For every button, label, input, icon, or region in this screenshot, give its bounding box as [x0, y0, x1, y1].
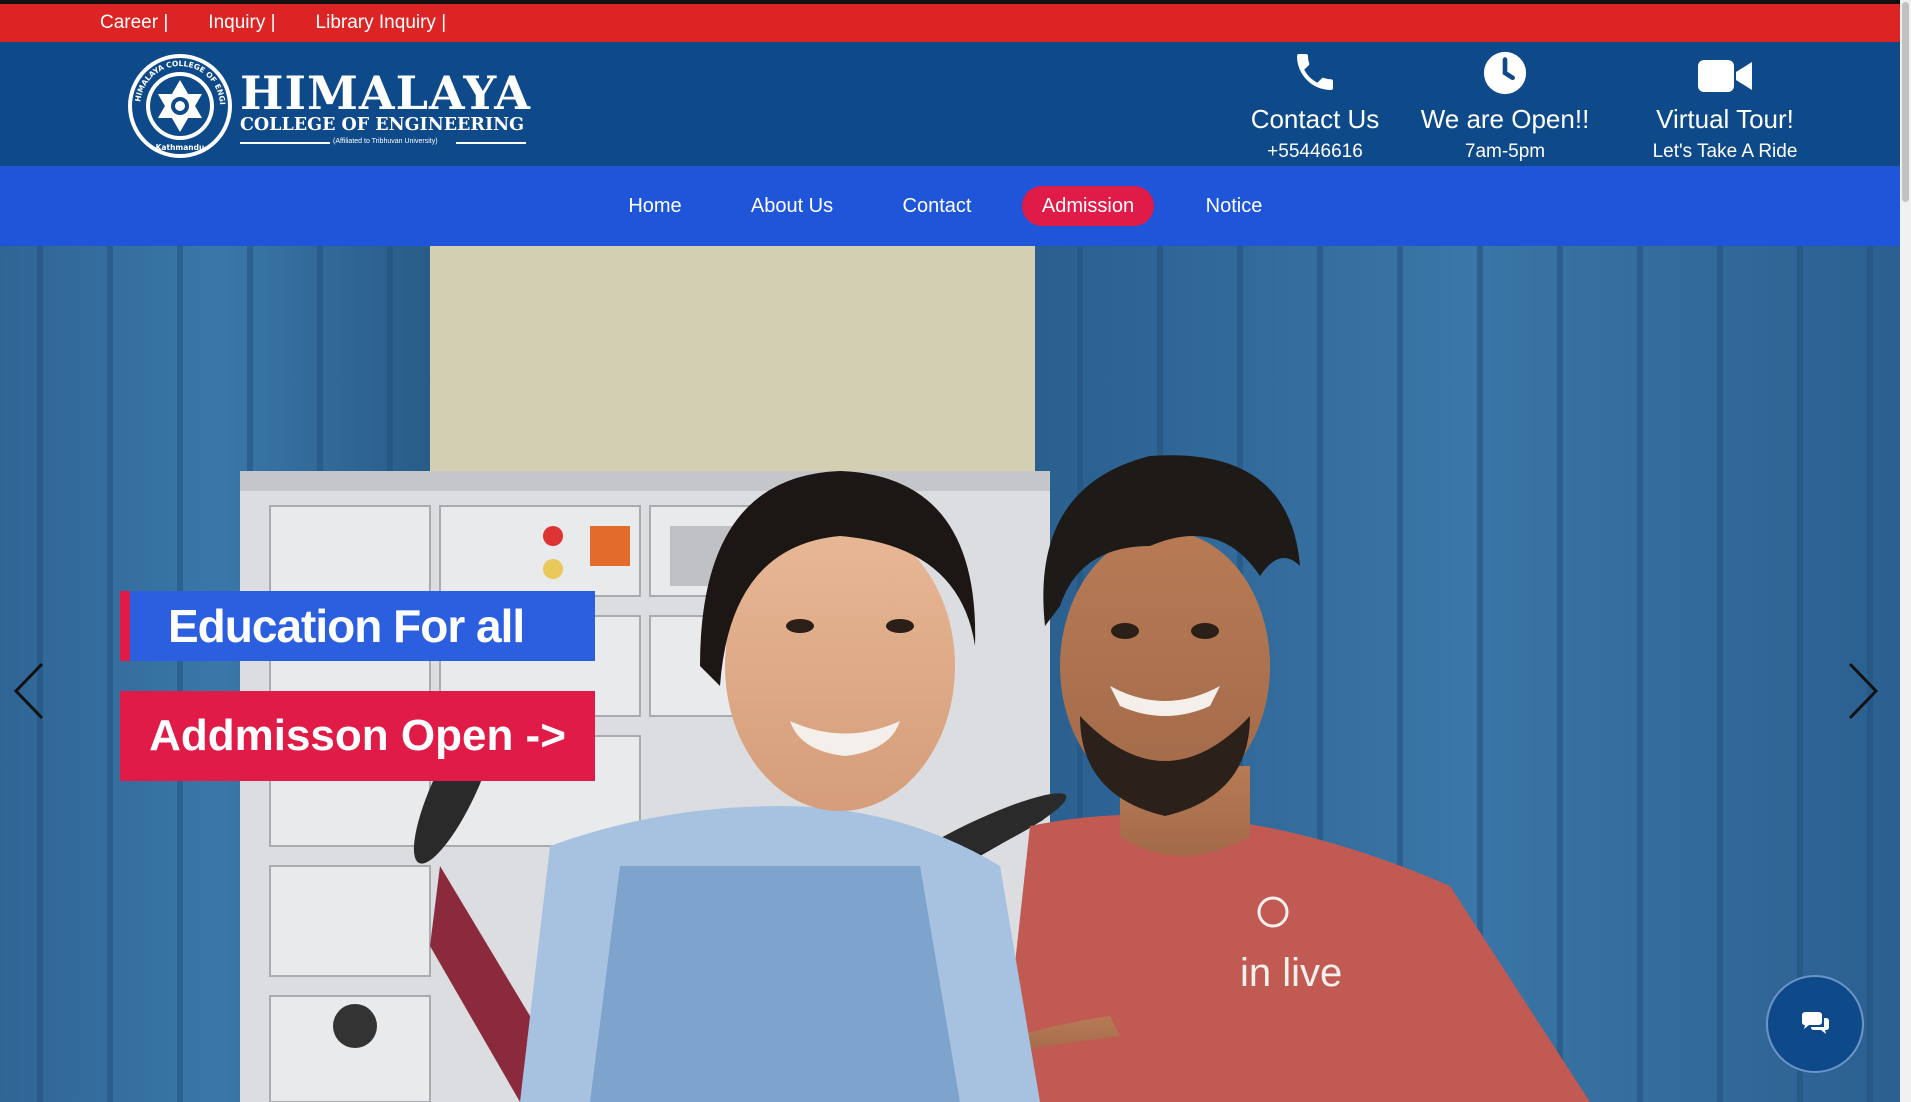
open-title: We are Open!! — [1420, 104, 1590, 134]
video-camera-icon — [1698, 60, 1752, 92]
nav-notice[interactable]: Notice — [1192, 186, 1276, 226]
library-inquiry-link[interactable]: Library Inquiry | — [316, 12, 447, 34]
scrollbar-thumb[interactable] — [1902, 2, 1909, 202]
chevron-left-icon — [13, 662, 44, 720]
main-nav: Home About Us Contact Admission Notice — [0, 166, 1900, 246]
hero-tagline: Education For all — [120, 591, 595, 661]
nav-contact[interactable]: Contact — [892, 186, 982, 226]
header: HIMALAYA COLLEGE OF ENGINEERING Kathmand… — [0, 42, 1900, 166]
college-name: HIMALAYA — [240, 66, 531, 120]
college-subtitle: COLLEGE OF ENGINEERING — [240, 115, 525, 135]
contact-us-title: Contact Us — [1250, 104, 1380, 134]
contact-info[interactable]: Contact Us +55446616 — [1220, 46, 1410, 163]
nav-about-us[interactable]: About Us — [742, 186, 842, 226]
inquiry-link[interactable]: Inquiry | — [208, 12, 275, 34]
top-links-bar: Career | Inquiry | Library Inquiry | — [0, 0, 1900, 42]
career-link[interactable]: Career | — [100, 12, 168, 34]
college-affiliation: (Affiliated to Tribhuvan University) — [333, 138, 438, 145]
clock-icon — [1483, 51, 1527, 95]
college-logo[interactable]: HIMALAYA COLLEGE OF ENGINEERING Kathmand… — [126, 50, 530, 162]
virtual-tour-title: Virtual Tour! — [1656, 104, 1794, 134]
nav-home[interactable]: Home — [612, 186, 698, 226]
logo-divider-right — [456, 142, 526, 144]
college-seal-icon: HIMALAYA COLLEGE OF ENGINEERING Kathmand… — [126, 52, 232, 158]
nav-admission[interactable]: Admission — [1022, 186, 1154, 226]
virtual-tour-sub: Let's Take A Ride — [1652, 141, 1798, 163]
phone-icon — [1297, 54, 1333, 90]
page-scrollbar[interactable] — [1900, 0, 1911, 1102]
hero-slider: in live Education For all Addmisson Open… — [0, 246, 1900, 1102]
page: Career | Inquiry | Library Inquiry | HIM… — [0, 0, 1900, 1102]
prev-slide-button[interactable] — [10, 656, 50, 726]
chevron-right-icon — [1848, 662, 1879, 720]
chat-bubbles-icon — [1802, 1012, 1829, 1034]
logo-divider-left — [240, 142, 330, 144]
virtual-tour[interactable]: Virtual Tour! Let's Take A Ride — [1630, 46, 1820, 163]
next-slide-button[interactable] — [1842, 656, 1882, 726]
open-hours: 7am-5pm — [1464, 141, 1546, 163]
svg-text:Kathmandu: Kathmandu — [156, 143, 205, 152]
hero-image: in live — [0, 246, 1900, 1102]
svg-text:in live: in live — [1240, 951, 1342, 995]
chat-button[interactable] — [1766, 975, 1864, 1073]
opening-hours: We are Open!! 7am-5pm — [1410, 46, 1600, 163]
phone-number: +55446616 — [1267, 141, 1363, 163]
admission-open-button[interactable]: Addmisson Open -> — [120, 691, 595, 781]
